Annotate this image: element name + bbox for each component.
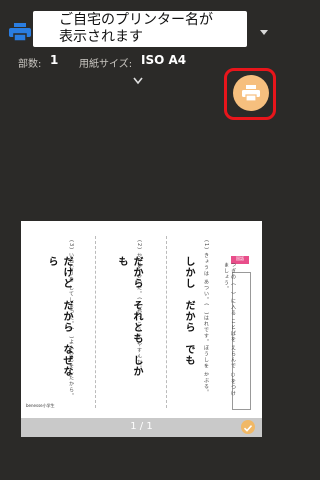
check-icon[interactable] <box>241 420 255 434</box>
printer-selector[interactable]: ご自宅のプリンター名が 表示されます <box>33 11 247 47</box>
expand-chevron-icon[interactable] <box>133 77 143 85</box>
question-2-options: だから それとも しかも <box>116 256 142 377</box>
question-1-text: (1) きょうは あつい。( )はれです。ぼうしを かぶる。 <box>203 240 209 396</box>
column-divider <box>166 236 167 408</box>
print-button[interactable] <box>233 75 269 111</box>
copies-value: 1 <box>50 53 59 67</box>
footer-logo: benesse小学生 <box>26 403 55 408</box>
chevron-down-icon[interactable] <box>260 30 268 35</box>
column-divider <box>95 236 96 408</box>
page-counter: 1 / 1 <box>130 421 153 432</box>
question-1-options: しかし だから でも <box>183 256 194 366</box>
page-indicator-bar: 1 / 1 <box>21 418 262 437</box>
print-fab-icon <box>242 85 260 101</box>
printer-name: ご自宅のプリンター名が 表示されます <box>59 12 213 45</box>
copies-label: 部数: <box>18 59 42 70</box>
paper-size-value: ISO A4 <box>141 53 187 67</box>
question-3-options: だけど だから なぜなら <box>46 256 72 377</box>
paper-size-label: 用紙サイズ: <box>79 59 133 70</box>
printer-icon <box>9 23 31 41</box>
instruction-text: つぎの（ ）に入る ことばを えらんで ○をつけましょう。 <box>223 262 236 397</box>
